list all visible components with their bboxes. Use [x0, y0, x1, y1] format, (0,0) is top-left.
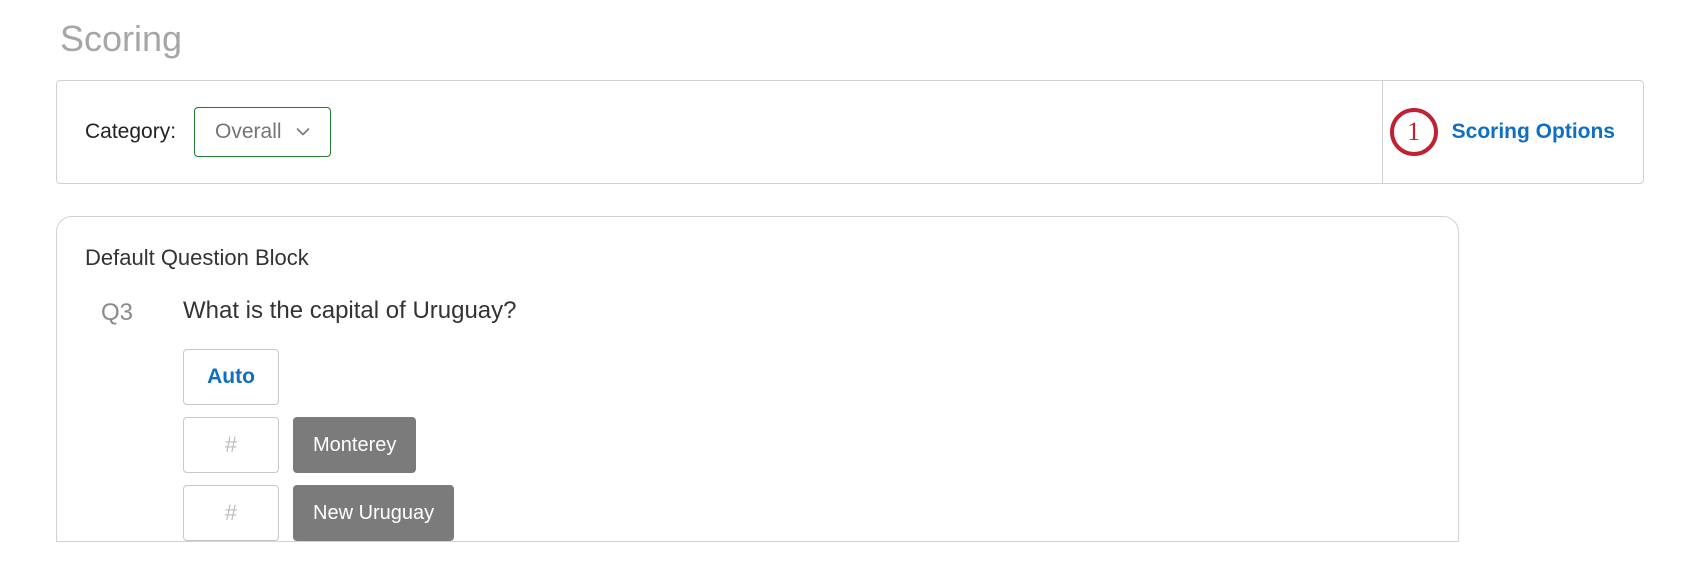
- question-row: Q3 What is the capital of Uruguay? Auto …: [85, 297, 1430, 541]
- question-block-title: Default Question Block: [85, 245, 1430, 271]
- choice-score-input[interactable]: [183, 485, 279, 541]
- choice-chip[interactable]: New Uruguay: [293, 485, 454, 541]
- auto-score-button[interactable]: Auto: [183, 349, 279, 405]
- choice-row: Monterey: [183, 417, 1430, 473]
- choice-row: New Uruguay: [183, 485, 1430, 541]
- category-label: Category:: [85, 120, 176, 144]
- question-choices: Monterey New Uruguay: [183, 417, 1430, 541]
- chevron-down-icon: [296, 127, 310, 137]
- question-block-panel: Default Question Block Q3 What is the ca…: [56, 216, 1459, 542]
- scoring-options-link[interactable]: Scoring Options: [1452, 120, 1615, 144]
- question-body: What is the capital of Uruguay? Auto Mon…: [183, 297, 1430, 541]
- category-select[interactable]: Overall: [194, 107, 331, 157]
- category-controls: Category: Overall: [85, 107, 331, 157]
- question-text: What is the capital of Uruguay?: [183, 297, 1430, 325]
- choice-chip[interactable]: Monterey: [293, 417, 416, 473]
- callout-step-1: 1: [1390, 108, 1438, 156]
- question-id: Q3: [85, 297, 139, 327]
- category-panel: Category: Overall 1 Scoring Options: [56, 80, 1644, 184]
- category-select-value: Overall: [215, 120, 282, 144]
- choice-score-input[interactable]: [183, 417, 279, 473]
- page-title: Scoring: [60, 18, 1644, 60]
- scoring-options-group: 1 Scoring Options: [1390, 81, 1615, 183]
